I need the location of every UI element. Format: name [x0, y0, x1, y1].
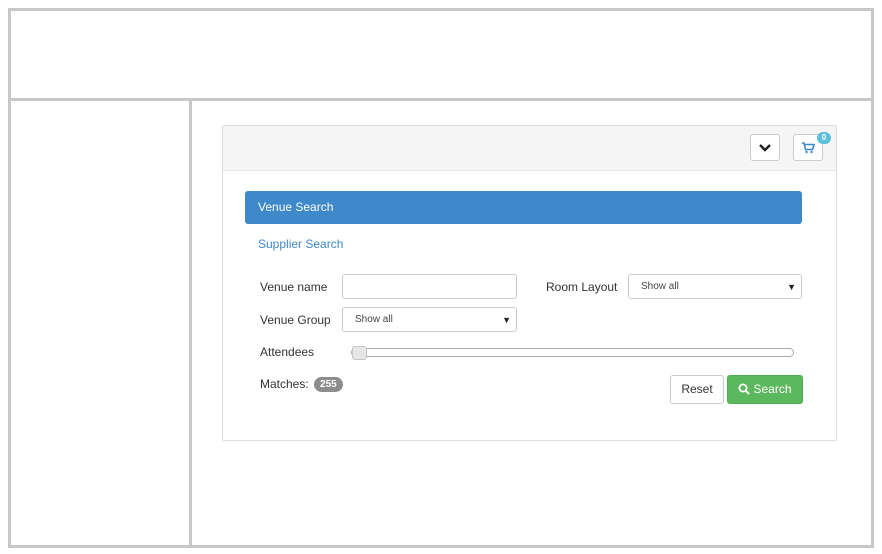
- search-button[interactable]: Search: [727, 375, 803, 404]
- chevron-down-icon: [759, 143, 771, 152]
- select-caret-icon: ▼: [502, 315, 511, 325]
- search-icon: [738, 383, 751, 395]
- cart-count-badge: 0: [817, 132, 831, 144]
- reset-button[interactable]: Reset: [670, 375, 724, 404]
- venue-name-input[interactable]: [342, 274, 517, 299]
- venue-group-selected: Show all: [355, 314, 393, 325]
- room-layout-selected: Show all: [641, 281, 679, 292]
- venue-name-label: Venue name: [260, 280, 328, 294]
- matches-count-badge: 255: [314, 377, 343, 392]
- tab-supplier-search[interactable]: Supplier Search: [258, 237, 343, 251]
- select-caret-icon: ▼: [787, 282, 796, 292]
- matches-summary: Matches: 255: [260, 377, 343, 392]
- venue-group-select[interactable]: Show all ▼: [342, 307, 517, 332]
- matches-label: Matches:: [260, 377, 309, 391]
- cart-icon: [802, 142, 815, 154]
- room-layout-select[interactable]: Show all ▼: [628, 274, 802, 299]
- room-layout-label: Room Layout: [546, 280, 618, 294]
- search-button-label: Search: [753, 382, 792, 396]
- attendees-slider-track[interactable]: [351, 348, 794, 357]
- tab-venue-search[interactable]: Venue Search: [245, 191, 802, 224]
- top-header-area: [8, 8, 874, 101]
- attendees-slider-handle[interactable]: [352, 346, 367, 360]
- panel-header: 0: [223, 126, 836, 171]
- left-sidebar-area: [8, 98, 192, 548]
- venue-search-panel: 0 Venue Search Supplier Search Venue nam…: [222, 125, 837, 441]
- collapse-button[interactable]: [750, 134, 780, 161]
- attendees-label: Attendees: [260, 345, 315, 359]
- venue-group-label: Venue Group: [260, 313, 331, 327]
